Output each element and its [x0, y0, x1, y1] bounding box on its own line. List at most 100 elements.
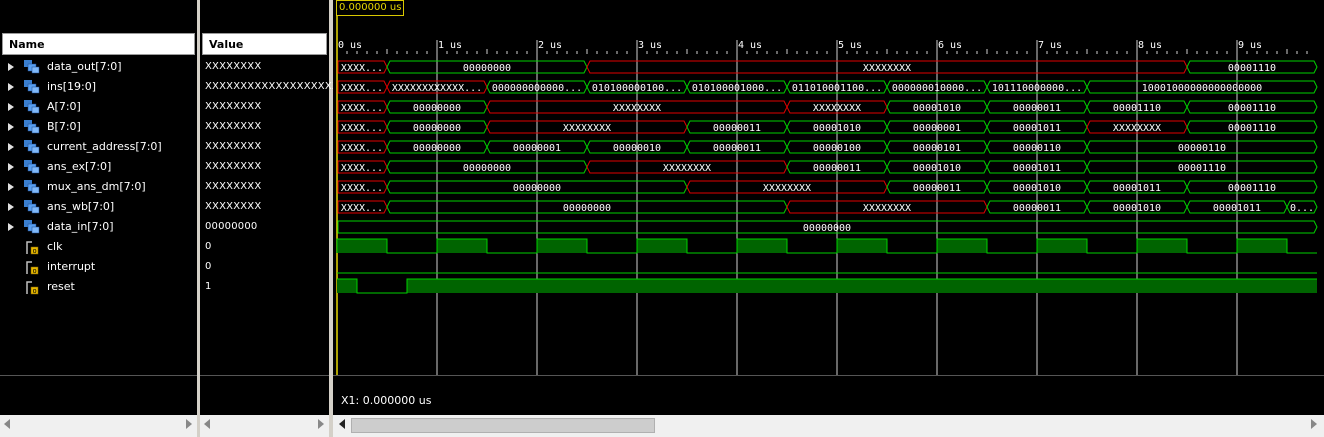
- signal-value-row[interactable]: XXXXXXXX: [200, 197, 329, 217]
- wave-footer-divider: [333, 375, 1324, 376]
- bus-signal-icon: [24, 200, 40, 214]
- name-panel: Name data_out[7:0] ins[19:0] A[7:0] B[7:0] c…: [0, 0, 197, 415]
- bus-value-label: 00000000: [463, 63, 511, 74]
- time-tick-label: 0 us: [338, 40, 362, 51]
- signal-name: reset: [47, 280, 75, 293]
- bus-value-label: XXXXXXXX: [863, 203, 911, 214]
- bus-value-label: XXXXXXXX: [663, 163, 711, 174]
- bus-value-label: XXXX...: [341, 123, 383, 134]
- value-scrollbar[interactable]: [200, 415, 329, 437]
- expand-arrow-icon[interactable]: [8, 183, 14, 191]
- expand-arrow-icon[interactable]: [8, 63, 14, 71]
- signal-value-row[interactable]: XXXXXXXX: [200, 57, 329, 77]
- bus-value-label: XXXX...: [341, 183, 383, 194]
- signal-row[interactable]: ans_ex[7:0]: [0, 157, 197, 177]
- signal-row[interactable]: data_out[7:0]: [0, 57, 197, 77]
- bit-signal-icon: o: [26, 280, 40, 295]
- bus-value-label: 011010001100...: [792, 83, 882, 94]
- time-tick-label: 8 us: [1138, 40, 1162, 51]
- bus-signal-icon: [24, 220, 40, 234]
- wave-scrollbar[interactable]: [333, 415, 1324, 437]
- bus-value-label: 00000010: [613, 143, 661, 154]
- signal-value-row[interactable]: XXXXXXXX: [200, 157, 329, 177]
- bit-signal-icon: o: [26, 260, 40, 275]
- bus-value-label: 00001011: [1013, 163, 1061, 174]
- bus-signal-icon: [24, 100, 40, 114]
- bus-value-label: XXXX...: [341, 143, 383, 154]
- bit-high-fill: [937, 239, 987, 253]
- signal-value-row[interactable]: XXXXXXXXXXXXXXXXXXXX: [200, 77, 346, 97]
- expand-arrow-icon[interactable]: [8, 143, 14, 151]
- svg-text:o: o: [33, 267, 37, 275]
- bus-value-label: 000000010000...: [892, 83, 982, 94]
- bus-value-label: 000000000000...: [492, 83, 582, 94]
- signal-row[interactable]: ans_wb[7:0]: [0, 197, 197, 217]
- expand-arrow-icon[interactable]: [8, 123, 14, 131]
- bus-value-label: 00001110: [1228, 183, 1276, 194]
- value-column-header[interactable]: Value: [202, 33, 327, 55]
- signal-value: 00000000: [205, 221, 258, 232]
- bus-value-label: XXXX...: [341, 63, 383, 74]
- signal-value-row[interactable]: 00000000: [200, 217, 329, 237]
- signal-value: 0: [205, 241, 212, 252]
- bus-value-label: XXXX...: [341, 203, 383, 214]
- bus-value-label: 00001010: [1013, 183, 1061, 194]
- bus-value-label: 00001010: [813, 123, 861, 134]
- signal-row[interactable]: ins[19:0]: [0, 77, 197, 97]
- name-column-header[interactable]: Name: [2, 33, 195, 55]
- signal-name: A[7:0]: [47, 100, 81, 113]
- signal-name: data_out[7:0]: [47, 60, 122, 73]
- cursor-time-label[interactable]: 0.000000 us: [336, 0, 405, 16]
- signal-row[interactable]: o clk: [0, 237, 197, 257]
- signal-row[interactable]: mux_ans_dm[7:0]: [0, 177, 197, 197]
- scroll-left-arrow-icon[interactable]: [204, 419, 210, 429]
- bus-value-label: 00000000: [563, 203, 611, 214]
- signal-row[interactable]: data_in[7:0]: [0, 217, 197, 237]
- bus-value-label: XXXXXXXX: [563, 123, 611, 134]
- signal-name: B[7:0]: [47, 120, 81, 133]
- bus-value-label: 00000001: [913, 123, 961, 134]
- bit-high-fill: [1237, 239, 1287, 253]
- time-tick-label: 2 us: [538, 40, 562, 51]
- signal-value-row[interactable]: XXXXXXXX: [200, 97, 329, 117]
- signal-value-row[interactable]: 0: [200, 257, 329, 277]
- signal-row[interactable]: A[7:0]: [0, 97, 197, 117]
- signal-row[interactable]: B[7:0]: [0, 117, 197, 137]
- bus-signal-icon: [24, 140, 40, 154]
- bus-value-label: 00000000: [413, 123, 461, 134]
- expand-arrow-icon[interactable]: [8, 203, 14, 211]
- name-scrollbar[interactable]: [0, 415, 197, 437]
- scroll-right-arrow-icon[interactable]: [1311, 419, 1317, 429]
- scroll-right-arrow-icon[interactable]: [318, 419, 324, 429]
- expand-arrow-icon[interactable]: [8, 103, 14, 111]
- bus-value-label: 00000000: [413, 103, 461, 114]
- waveform-panel[interactable]: 0 us 1 us 2 us 3 us 4 us 5 us 6 us 7 us 8 us 9 us…: [333, 0, 1324, 415]
- bus-value-label: 00001010: [1113, 203, 1161, 214]
- bus-value-label: 00001010: [913, 103, 961, 114]
- scrollbar-thumb[interactable]: [351, 418, 655, 433]
- bit-high-fill: [637, 239, 687, 253]
- signal-value-row[interactable]: XXXXXXXX: [200, 117, 329, 137]
- bus-value-label: XXXXXXXXXXXX...: [392, 83, 482, 94]
- scroll-left-arrow-icon[interactable]: [4, 419, 10, 429]
- expand-arrow-icon[interactable]: [8, 163, 14, 171]
- scroll-left-arrow-icon[interactable]: [339, 419, 345, 429]
- signal-value-row[interactable]: XXXXXXXX: [200, 177, 329, 197]
- time-tick-label: 4 us: [738, 40, 762, 51]
- waveform-canvas[interactable]: 0 us 1 us 2 us 3 us 4 us 5 us 6 us 7 us 8 us 9 us…: [333, 0, 1324, 415]
- signal-row[interactable]: o reset: [0, 277, 197, 297]
- bus-value-label: XXXXXXXX: [613, 103, 661, 114]
- signal-value-row[interactable]: 0: [200, 237, 329, 257]
- bus-signal-icon: [24, 80, 40, 94]
- signal-value-row[interactable]: 1: [200, 277, 329, 297]
- expand-arrow-icon[interactable]: [8, 83, 14, 91]
- scroll-right-arrow-icon[interactable]: [186, 419, 192, 429]
- bus-value-label: 00000011: [1013, 103, 1061, 114]
- signal-value: XXXXXXXX: [205, 61, 262, 72]
- signal-row[interactable]: o interrupt: [0, 257, 197, 277]
- expand-arrow-icon[interactable]: [8, 223, 14, 231]
- signal-value-row[interactable]: XXXXXXXX: [200, 137, 329, 157]
- signal-row[interactable]: current_address[7:0]: [0, 137, 197, 157]
- bus-value-label: 00000101: [913, 143, 961, 154]
- signal-name: ans_ex[7:0]: [47, 160, 112, 173]
